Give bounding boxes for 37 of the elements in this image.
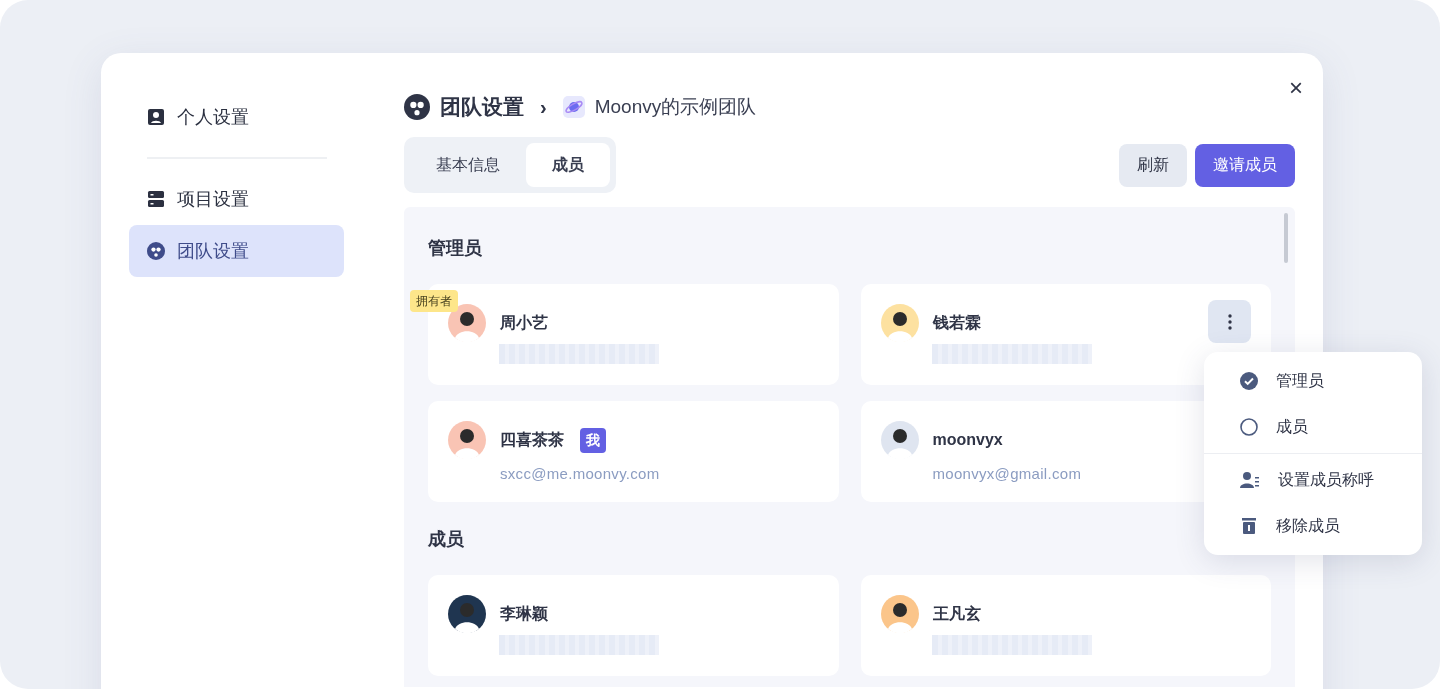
member-name: 李琳颖 [500, 604, 548, 624]
menu-item[interactable]: 成员 [1204, 404, 1422, 450]
group-title: 管理员 [428, 237, 483, 260]
member-name: 周小艺 [500, 313, 548, 333]
server-icon [147, 190, 165, 208]
tab[interactable]: 基本信息 [410, 143, 526, 187]
member-name: 王凡玄 [932, 604, 981, 624]
breadcrumb-section[interactable]: 团队设置 [440, 91, 524, 123]
trash-icon [1240, 517, 1258, 535]
invite-button[interactable]: 邀请成员 [1195, 143, 1295, 187]
me-badge: 我 [580, 427, 606, 453]
tab[interactable]: 成员 [526, 143, 610, 187]
menu-item[interactable]: 移除成员 [1204, 503, 1422, 549]
group-title: 成员 [428, 528, 465, 551]
scrollbar[interactable] [1284, 213, 1288, 263]
member-name: 钱若霖 [932, 313, 981, 333]
more-button[interactable] [1208, 300, 1251, 343]
breadcrumb-separator: › [540, 95, 547, 120]
menu-item[interactable]: 设置成员称呼 [1204, 457, 1422, 503]
profile-icon [147, 108, 165, 126]
owner-badge: 拥有者 [410, 290, 458, 312]
user-list-icon [1240, 471, 1260, 489]
sidebar-item[interactable]: 项目设置 [129, 173, 344, 225]
sidebar-item[interactable]: 团队设置 [129, 225, 344, 277]
menu-item[interactable]: 管理员 [1204, 358, 1422, 404]
team-icon [404, 94, 430, 120]
refresh-button[interactable]: 刷新 [1119, 143, 1187, 187]
team-icon [147, 242, 165, 260]
planet-icon [562, 96, 585, 118]
member-email: moonvyx@gmail.com [932, 464, 1083, 484]
member-name: moonvyx [932, 430, 1003, 450]
more-icon [1227, 314, 1232, 331]
member-email: sxcc@me.moonvy.com [500, 464, 661, 484]
close-button[interactable]: × [1283, 75, 1309, 101]
sidebar-item[interactable]: 个人设置 [129, 91, 344, 143]
member-name: 四喜茶茶 [500, 430, 564, 450]
team-name: Moonvy的示例团队 [594, 94, 757, 119]
